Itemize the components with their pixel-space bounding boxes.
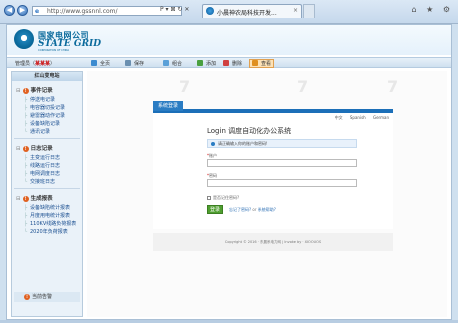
state-grid-logo-icon (14, 29, 34, 49)
login-button[interactable]: 登录 (207, 205, 223, 214)
decorative-background-glyph: 7 (179, 77, 191, 96)
lang-chinese[interactable]: 中文 (335, 115, 343, 120)
lang-spanish[interactable]: Spanish (350, 115, 366, 120)
remember-checkbox[interactable] (207, 196, 211, 200)
web-page: 国家电网公司 STATE GRID CORPORATION OF CHINA 管… (6, 24, 452, 320)
user-prefix: 管理员（ (15, 61, 36, 67)
login-card: 系统登录 中文 Spanish German Login 调度自动化办公系统 请… (153, 101, 393, 229)
settings-gear-icon[interactable]: ⚙ (443, 5, 450, 14)
logo-english: STATE GRID (38, 39, 102, 49)
current-user: 管理员（某某某） (15, 60, 55, 67)
page-footer: Copyright © 2016 · 东晨系电力网 | Invoke by · … (153, 233, 393, 251)
sidebar-alarm-panel[interactable]: ! 当前告警 (14, 292, 80, 302)
forgot-password-link[interactable]: 忘记了密码? (229, 207, 251, 212)
sidebar-item[interactable]: ├ 设备缺陷记录 (24, 120, 60, 127)
delete-icon (223, 59, 229, 66)
login-title: Login 调度自动化办公系统 (207, 127, 292, 135)
forward-arrow-icon: ▶ (19, 6, 26, 14)
decorative-background-glyph: 7 (297, 77, 309, 96)
alarm-icon: ! (24, 294, 30, 300)
browser-right-icons: ⌂ ★ ⚙ (404, 5, 450, 14)
sidebar: 红山变电站 ⊟! 事件记录 ├ 停送电记录 ├ 电容器切投记录 ├ 避雷器动作记录 ├ 设… (11, 71, 83, 317)
decorative-background-glyph: 7 (387, 77, 399, 96)
sidebar-item[interactable]: ├ 避雷器动作记录 (24, 112, 65, 119)
sidebar-section-reports[interactable]: ⊟! 生成报表 (16, 194, 53, 202)
password-input[interactable] (207, 179, 357, 187)
combine-icon (163, 59, 169, 66)
favorites-star-icon[interactable]: ★ (426, 5, 433, 14)
toolbar-fullpage-button[interactable]: 全页 (91, 59, 110, 67)
address-bar-icons[interactable]: P ▾ ⊠ ↻ ✕ (160, 6, 200, 16)
toolbar-add-button[interactable]: 添加 (197, 59, 216, 67)
browser-chrome: ◀ ▶ e http://www.gssnnl.com/ P ▾ ⊠ ↻ ✕ 小… (0, 0, 458, 24)
site-favicon-icon (206, 7, 214, 15)
sidebar-item[interactable]: ├ 线路运行日志 (24, 162, 60, 169)
view-icon (252, 60, 258, 66)
login-notice: 请正确输入你的账户和密码! (207, 139, 357, 148)
toolbar-save-button[interactable]: 保存 (125, 59, 144, 67)
sidebar-item[interactable]: ├ 电网调度日志 (24, 170, 60, 177)
sidebar-section-events[interactable]: ⊟! 事件记录 (16, 86, 53, 94)
browser-tab-active[interactable]: 小晨神农局科技开发... × (202, 4, 302, 18)
toolbar-delete-button[interactable]: 删除 (223, 59, 242, 67)
account-input[interactable] (207, 159, 357, 167)
login-tab[interactable]: 系统登录 (153, 101, 184, 111)
sidebar-item[interactable]: ├ 月度用电统计报表 (24, 212, 70, 219)
page-header: 国家电网公司 STATE GRID CORPORATION OF CHINA (7, 25, 451, 55)
new-tab-button[interactable] (303, 4, 315, 18)
fullpage-icon (91, 59, 97, 66)
address-text: http://www.gssnnl.com/ (47, 8, 118, 15)
sidebar-divider (14, 188, 80, 189)
back-arrow-icon: ◀ (6, 6, 13, 14)
ie-icon: e (35, 8, 40, 15)
sidebar-item[interactable]: ├ 主变运行日志 (24, 154, 60, 161)
back-button[interactable]: ◀ (4, 5, 15, 16)
remember-password[interactable]: 是否记住密码? (207, 195, 239, 201)
sidebar-section-logs[interactable]: ⊟! 日志记录 (16, 144, 53, 152)
sidebar-item[interactable]: ├ 110KV线路负荷报表 (24, 220, 76, 227)
tab-title: 小晨神农局科技开发... (217, 10, 277, 17)
sidebar-item[interactable]: ├ 设备缺陷统计报表 (24, 204, 70, 211)
sidebar-item[interactable]: └ 通讯记录 (24, 128, 50, 135)
toolbar-combine-button[interactable]: 组合 (163, 59, 182, 67)
or-text: or (252, 207, 257, 212)
forward-button[interactable]: ▶ (17, 5, 28, 16)
home-icon[interactable]: ⌂ (411, 5, 416, 14)
close-tab-icon[interactable]: × (293, 7, 298, 14)
sidebar-item[interactable]: ├ 停送电记录 (24, 96, 55, 103)
info-icon (211, 142, 215, 146)
sidebar-item[interactable]: └ 2020年负荷报表 (24, 228, 68, 235)
add-icon (197, 59, 203, 66)
events-icon: ! (22, 88, 29, 94)
login-links: 忘记了密码? or 系统帮助? (229, 207, 276, 213)
lang-german[interactable]: German (373, 115, 389, 120)
sidebar-title: 红山变电站 (12, 72, 82, 81)
user-suffix: ） (50, 61, 56, 67)
reports-icon: ! (22, 196, 29, 202)
system-help-link[interactable]: 系统帮助? (258, 207, 276, 212)
sidebar-item[interactable]: └ 交接班日志 (24, 178, 55, 185)
toolbar: 管理员（某某某） 全页 保存 组合 添加 删除 查看 (7, 57, 451, 68)
logo-subtitle: CORPORATION OF CHINA (38, 49, 70, 52)
main-content: 7 7 7 系统登录 中文 Spanish German Login 调度自动化… (87, 71, 447, 317)
logs-icon: ! (22, 146, 29, 152)
save-icon (125, 59, 131, 66)
language-switcher: 中文 Spanish German (329, 115, 389, 121)
sidebar-item[interactable]: ├ 电容器切投记录 (24, 104, 65, 111)
user-name: 某某某 (35, 61, 51, 67)
toolbar-view-button[interactable]: 查看 (249, 59, 275, 68)
sidebar-divider (14, 138, 80, 139)
